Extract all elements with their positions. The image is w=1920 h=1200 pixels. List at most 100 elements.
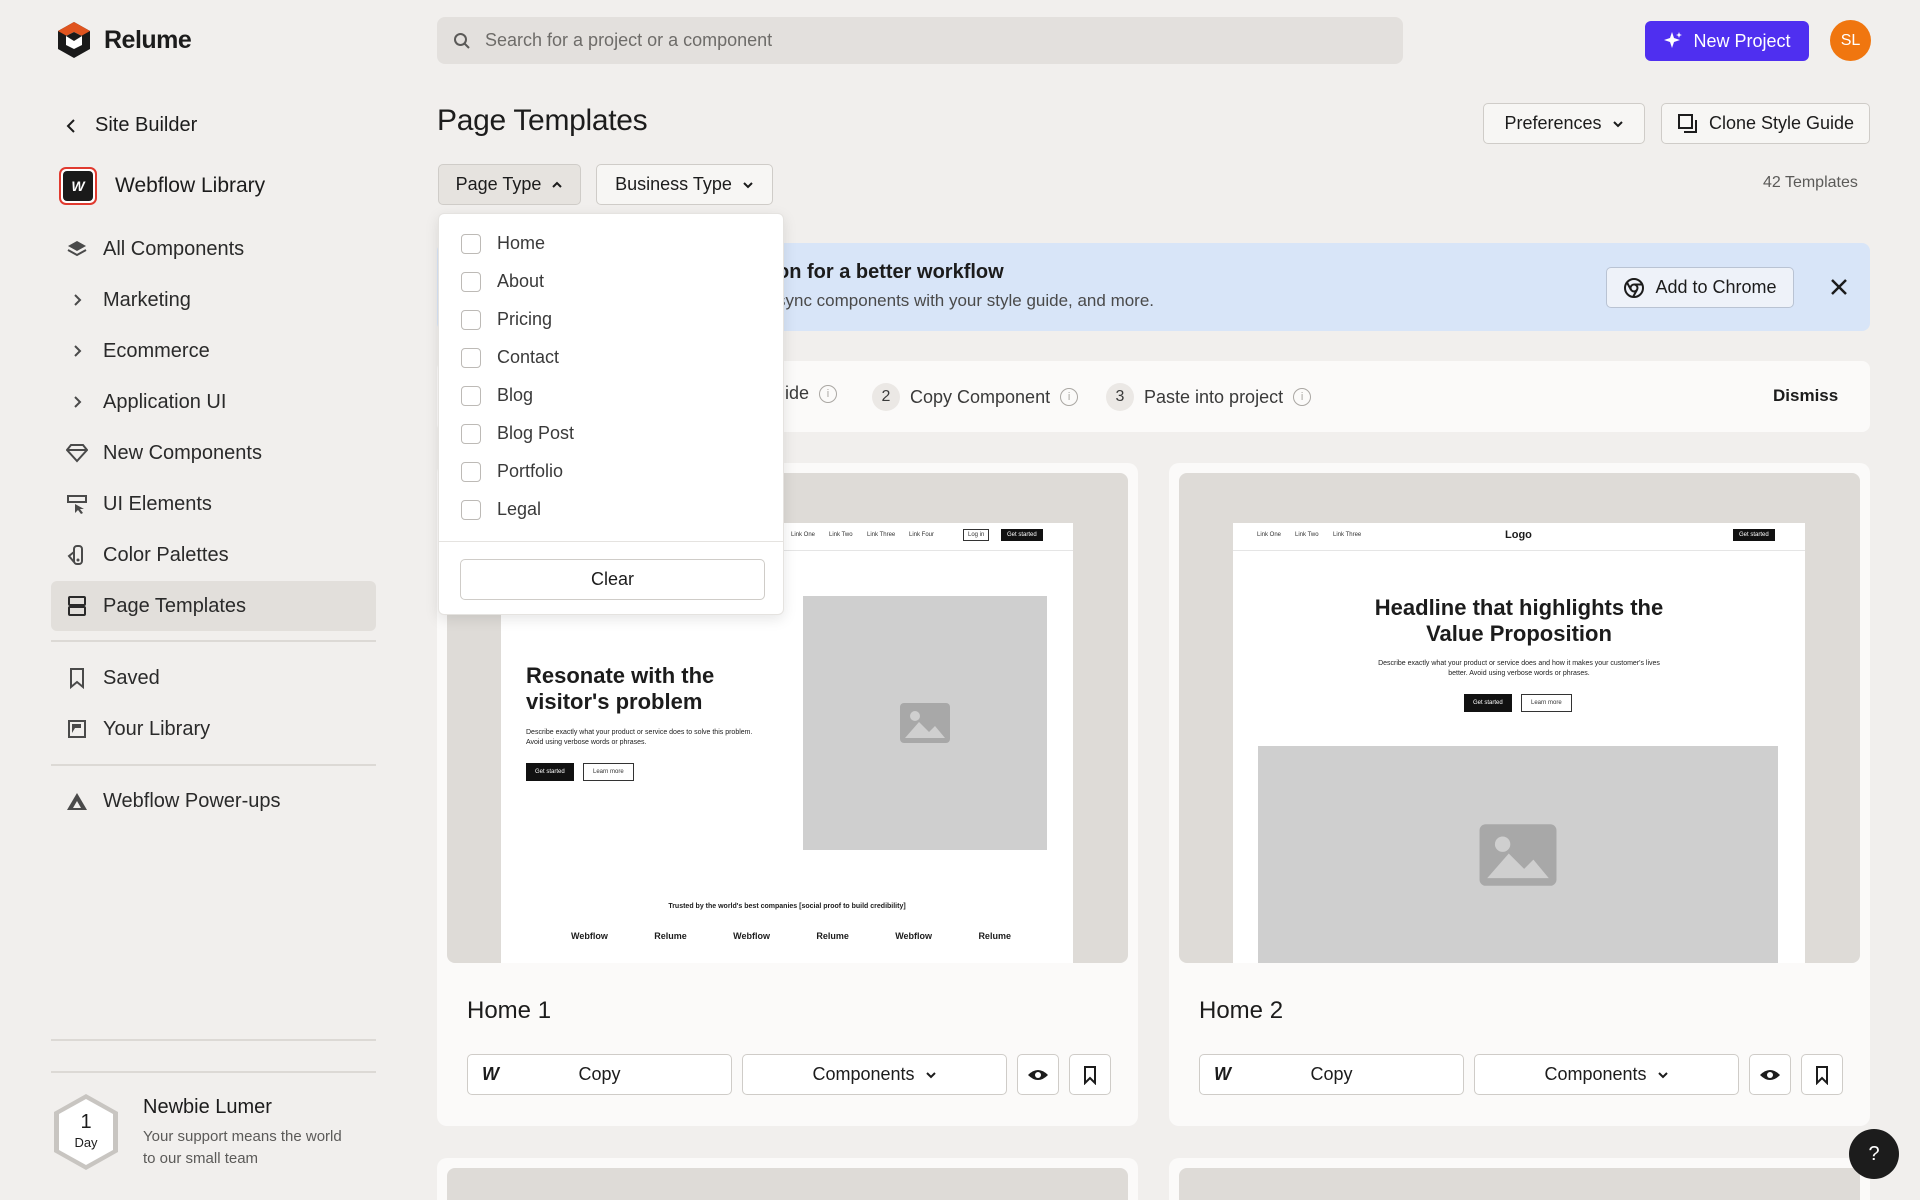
checkbox[interactable] xyxy=(461,233,481,254)
webflow-library-icon: W xyxy=(59,167,97,205)
sidebar-item-page-templates[interactable]: Page Templates xyxy=(51,581,376,631)
chevron-left-icon xyxy=(66,118,75,133)
option-contact[interactable]: Contact xyxy=(461,347,559,368)
close-icon[interactable] xyxy=(1827,275,1851,299)
mock-trusted: Trusted by the world's best companies [s… xyxy=(668,903,906,910)
mock-cta: Get started xyxy=(1733,529,1775,541)
eye-icon xyxy=(1760,1069,1780,1080)
save-button[interactable] xyxy=(1801,1054,1843,1095)
option-blog[interactable]: Blog xyxy=(461,385,533,406)
checkbox[interactable] xyxy=(461,271,481,292)
sidebar-item-color-palettes[interactable]: Color Palettes xyxy=(51,530,376,580)
mock-logo: Webflow xyxy=(895,931,933,941)
mock-primary: Get started xyxy=(526,763,574,781)
info-icon[interactable]: i xyxy=(1060,388,1079,406)
mock-cta: Get started xyxy=(1001,529,1043,541)
image-placeholder-icon xyxy=(1258,746,1778,963)
sidebar-item-your-library[interactable]: Your Library xyxy=(51,704,376,754)
sidebar-item-label: Marketing xyxy=(103,288,191,311)
sidebar-item-ecommerce[interactable]: Ecommerce xyxy=(51,326,376,376)
mock-nav-link: Link Three xyxy=(867,532,896,538)
back-to-site-builder[interactable]: Site Builder xyxy=(65,114,197,137)
preferences-button[interactable]: Preferences xyxy=(1483,103,1645,144)
badge-unit: Day xyxy=(74,1135,98,1150)
preview-button[interactable] xyxy=(1749,1054,1791,1095)
copy-button[interactable]: W Copy xyxy=(1199,1054,1464,1095)
page-type-filter[interactable]: Page Type xyxy=(438,164,581,205)
sidebar-divider xyxy=(51,640,376,642)
badge-title: Newbie Lumer xyxy=(143,1096,272,1118)
card-actions: W Copy Components xyxy=(1199,1054,1843,1095)
option-home[interactable]: Home xyxy=(461,233,545,254)
mock-nav-link: Link Three xyxy=(1333,532,1362,538)
save-button[interactable] xyxy=(1069,1054,1111,1095)
option-legal[interactable]: Legal xyxy=(461,499,541,520)
option-label: Blog xyxy=(497,385,534,405)
add-to-chrome-button[interactable]: Add to Chrome xyxy=(1606,267,1794,308)
template-card[interactable] xyxy=(1169,1158,1870,1200)
mock-body: Describe exactly what your product or se… xyxy=(526,729,753,746)
checkbox[interactable] xyxy=(461,499,481,520)
sidebar-item-new-components[interactable]: New Components xyxy=(51,428,376,478)
info-icon[interactable]: i xyxy=(1293,388,1312,406)
option-label: About xyxy=(497,271,545,291)
sidebar-item-ui-elements[interactable]: UI Elements xyxy=(51,479,376,529)
option-portfolio[interactable]: Portfolio xyxy=(461,461,563,482)
option-about[interactable]: About xyxy=(461,271,544,292)
checkbox[interactable] xyxy=(461,423,481,444)
mock-secondary: Learn more xyxy=(583,763,634,781)
clear-button[interactable]: Clear xyxy=(460,559,765,600)
template-preview[interactable] xyxy=(447,1168,1128,1200)
eye-icon xyxy=(1028,1069,1048,1080)
preferences-label: Preferences xyxy=(1504,113,1602,133)
sidebar-item-label: UI Elements xyxy=(103,492,212,515)
template-preview[interactable] xyxy=(1179,1168,1860,1200)
user-avatar[interactable]: SL xyxy=(1830,20,1871,61)
checkbox[interactable] xyxy=(461,309,481,330)
page-type-dropdown: Home About Pricing Contact Blog Blog Pos… xyxy=(438,213,784,615)
components-dropdown[interactable]: Components xyxy=(742,1054,1007,1095)
dismiss-button[interactable]: Dismiss xyxy=(1773,386,1838,406)
layers-icon xyxy=(65,237,89,261)
info-icon[interactable]: i xyxy=(819,384,838,403)
sidebar-item-all-components[interactable]: All Components xyxy=(51,224,376,274)
checkbox[interactable] xyxy=(461,347,481,368)
clone-style-guide-button[interactable]: Clone Style Guide xyxy=(1661,103,1870,144)
library-switcher[interactable]: W Webflow Library xyxy=(59,167,265,205)
template-preview[interactable]: Link One Link Two Link Three Logo Get st… xyxy=(1179,473,1860,963)
mock-nav-link: Link One xyxy=(1257,532,1282,538)
sidebar-item-saved[interactable]: Saved xyxy=(51,653,376,703)
business-type-filter[interactable]: Business Type xyxy=(596,164,773,205)
sidebar-item-webflow-power-ups[interactable]: Webflow Power-ups xyxy=(51,776,376,826)
components-dropdown[interactable]: Components xyxy=(1474,1054,1739,1095)
sidebar-item-label: Color Palettes xyxy=(103,543,229,566)
library-name: Webflow Library xyxy=(115,174,266,197)
option-blog-post[interactable]: Blog Post xyxy=(461,423,574,444)
template-card[interactable]: Link One Link Two Link Three Logo Get st… xyxy=(1169,463,1870,1126)
help-button[interactable]: ? xyxy=(1849,1129,1899,1179)
sidebar-item-application-ui[interactable]: Application UI xyxy=(51,377,376,427)
search-input[interactable] xyxy=(485,30,1365,51)
components-label: Components xyxy=(812,1064,915,1084)
relume-logo[interactable]: Relume xyxy=(56,20,192,60)
new-project-button[interactable]: New Project xyxy=(1645,21,1809,61)
chevron-right-icon xyxy=(65,390,89,414)
template-card[interactable] xyxy=(437,1158,1138,1200)
sidebar-divider xyxy=(51,1071,376,1073)
search-bar[interactable] xyxy=(437,17,1403,64)
page-type-label: Page Type xyxy=(455,174,542,194)
preview-button[interactable] xyxy=(1017,1054,1059,1095)
mock-logo-text: Logo xyxy=(1505,529,1532,541)
chevron-down-icon xyxy=(925,1071,936,1078)
checkbox[interactable] xyxy=(461,461,481,482)
mock-logo: Relume xyxy=(816,931,849,941)
sidebar-item-label: Application UI xyxy=(103,390,227,413)
option-pricing[interactable]: Pricing xyxy=(461,309,552,330)
checkbox[interactable] xyxy=(461,385,481,406)
copy-label: Copy xyxy=(578,1064,621,1084)
diamond-icon xyxy=(65,441,89,465)
step-number: 2 xyxy=(872,383,900,411)
sidebar-item-marketing[interactable]: Marketing xyxy=(51,275,376,325)
template-name: Home 2 xyxy=(1199,997,1284,1024)
copy-button[interactable]: W Copy xyxy=(467,1054,732,1095)
